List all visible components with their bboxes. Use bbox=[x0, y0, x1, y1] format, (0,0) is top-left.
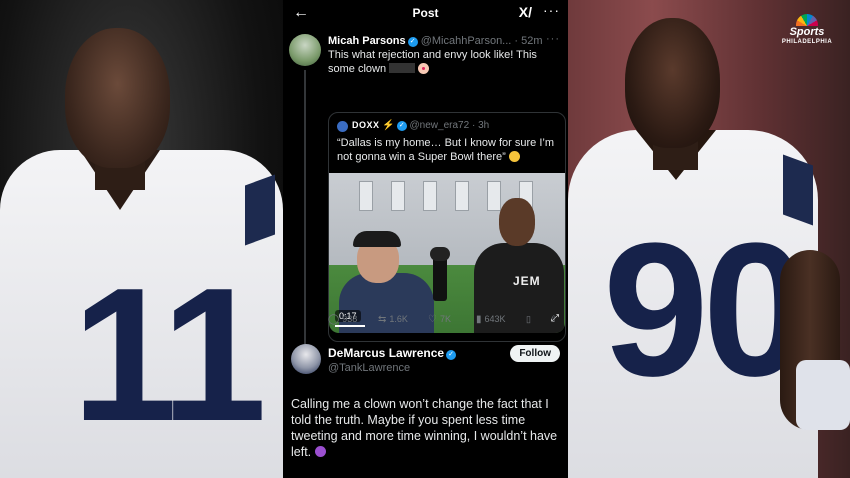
quoted-tweet[interactable]: DOXX ⚡ ✓ @new_era72 · 3h “Dallas is my ho… bbox=[328, 112, 566, 342]
timestamp: 3h bbox=[478, 120, 490, 131]
repost-icon: ⇆ bbox=[378, 314, 387, 325]
grok-icon[interactable]: X/ bbox=[519, 4, 532, 20]
author-name[interactable]: DeMarcus Lawrence bbox=[328, 346, 444, 360]
author-handle: @MicahhParson... bbox=[420, 35, 512, 47]
like-button[interactable]: ♡ 7K bbox=[428, 314, 451, 325]
jersey-number: 11 bbox=[72, 249, 267, 461]
nbc-sports-logo: Sports PHILADELPHIA bbox=[776, 14, 838, 46]
redacted-text bbox=[389, 62, 416, 73]
tweet-text: Calling me a clown won’t change the fact… bbox=[291, 397, 558, 459]
more-icon[interactable]: ··· bbox=[543, 2, 560, 18]
microphone bbox=[430, 247, 450, 301]
more-icon[interactable]: ··· bbox=[546, 33, 560, 45]
tweet-demarcus[interactable]: DeMarcus Lawrence ✓ @TankLawrence Follow … bbox=[283, 338, 568, 478]
quote-author-handle: @new_era72 bbox=[409, 120, 470, 131]
reply-button[interactable]: ◯ 938 bbox=[328, 314, 357, 325]
video-player[interactable]: JEM 0:17 ⤢ bbox=[329, 173, 565, 333]
interviewee: JEM bbox=[469, 188, 565, 333]
left-player-photo: 11 bbox=[0, 0, 283, 478]
verified-icon: ✓ bbox=[446, 350, 457, 360]
player-head bbox=[65, 28, 170, 168]
views-icon: ▮ bbox=[476, 314, 482, 325]
nbc-peacock-icon bbox=[796, 14, 818, 26]
repost-button[interactable]: ⇆ 1.6K bbox=[378, 314, 408, 325]
jersey-number: 90 bbox=[603, 204, 808, 416]
lightning-icon: ⚡ bbox=[382, 120, 395, 131]
reply-icon: ◯ bbox=[328, 314, 340, 325]
author-name[interactable]: Micah Parsons bbox=[328, 35, 406, 47]
right-player-photo: 90 Sports PHILADELPHIA bbox=[568, 0, 850, 478]
avatar[interactable] bbox=[289, 34, 321, 66]
quote-text: “Dallas is my home… But I know for sure … bbox=[337, 137, 555, 163]
tweet-text: This what rejection and envy look like! … bbox=[328, 49, 537, 75]
quote-author-name: DOXX bbox=[352, 120, 380, 130]
follow-button[interactable]: Follow bbox=[510, 345, 560, 362]
player-head bbox=[625, 18, 720, 148]
devil-emoji-icon bbox=[314, 446, 326, 457]
verified-icon: ✓ bbox=[407, 37, 418, 47]
top-bar: ← Post X/ ··· bbox=[283, 0, 568, 26]
post-screenshot: ← Post X/ ··· Micah Parsons ✓ @MicahhPars… bbox=[283, 0, 568, 478]
tweet-micah[interactable]: Micah Parsons ✓ @MicahhParson... · 52m ··… bbox=[283, 26, 568, 360]
bookmark-icon[interactable]: ▯ bbox=[526, 314, 531, 325]
author-handle: @TankLawrence bbox=[328, 362, 411, 374]
views-button[interactable]: ▮ 643K bbox=[476, 314, 506, 325]
clown-emoji-icon bbox=[418, 62, 430, 74]
thread-line bbox=[304, 70, 306, 360]
like-icon: ♡ bbox=[428, 314, 437, 325]
verified-icon: ✓ bbox=[396, 121, 407, 131]
smirk-emoji-icon bbox=[508, 150, 520, 162]
action-bar: ◯ 938 ⇆ 1.6K ♡ 7K ▮ 643K ▯ ⇧ bbox=[328, 314, 564, 328]
timestamp: 52m bbox=[521, 35, 543, 47]
avatar bbox=[337, 121, 348, 132]
share-icon[interactable]: ⇧ bbox=[550, 314, 558, 325]
avatar[interactable] bbox=[291, 344, 321, 374]
